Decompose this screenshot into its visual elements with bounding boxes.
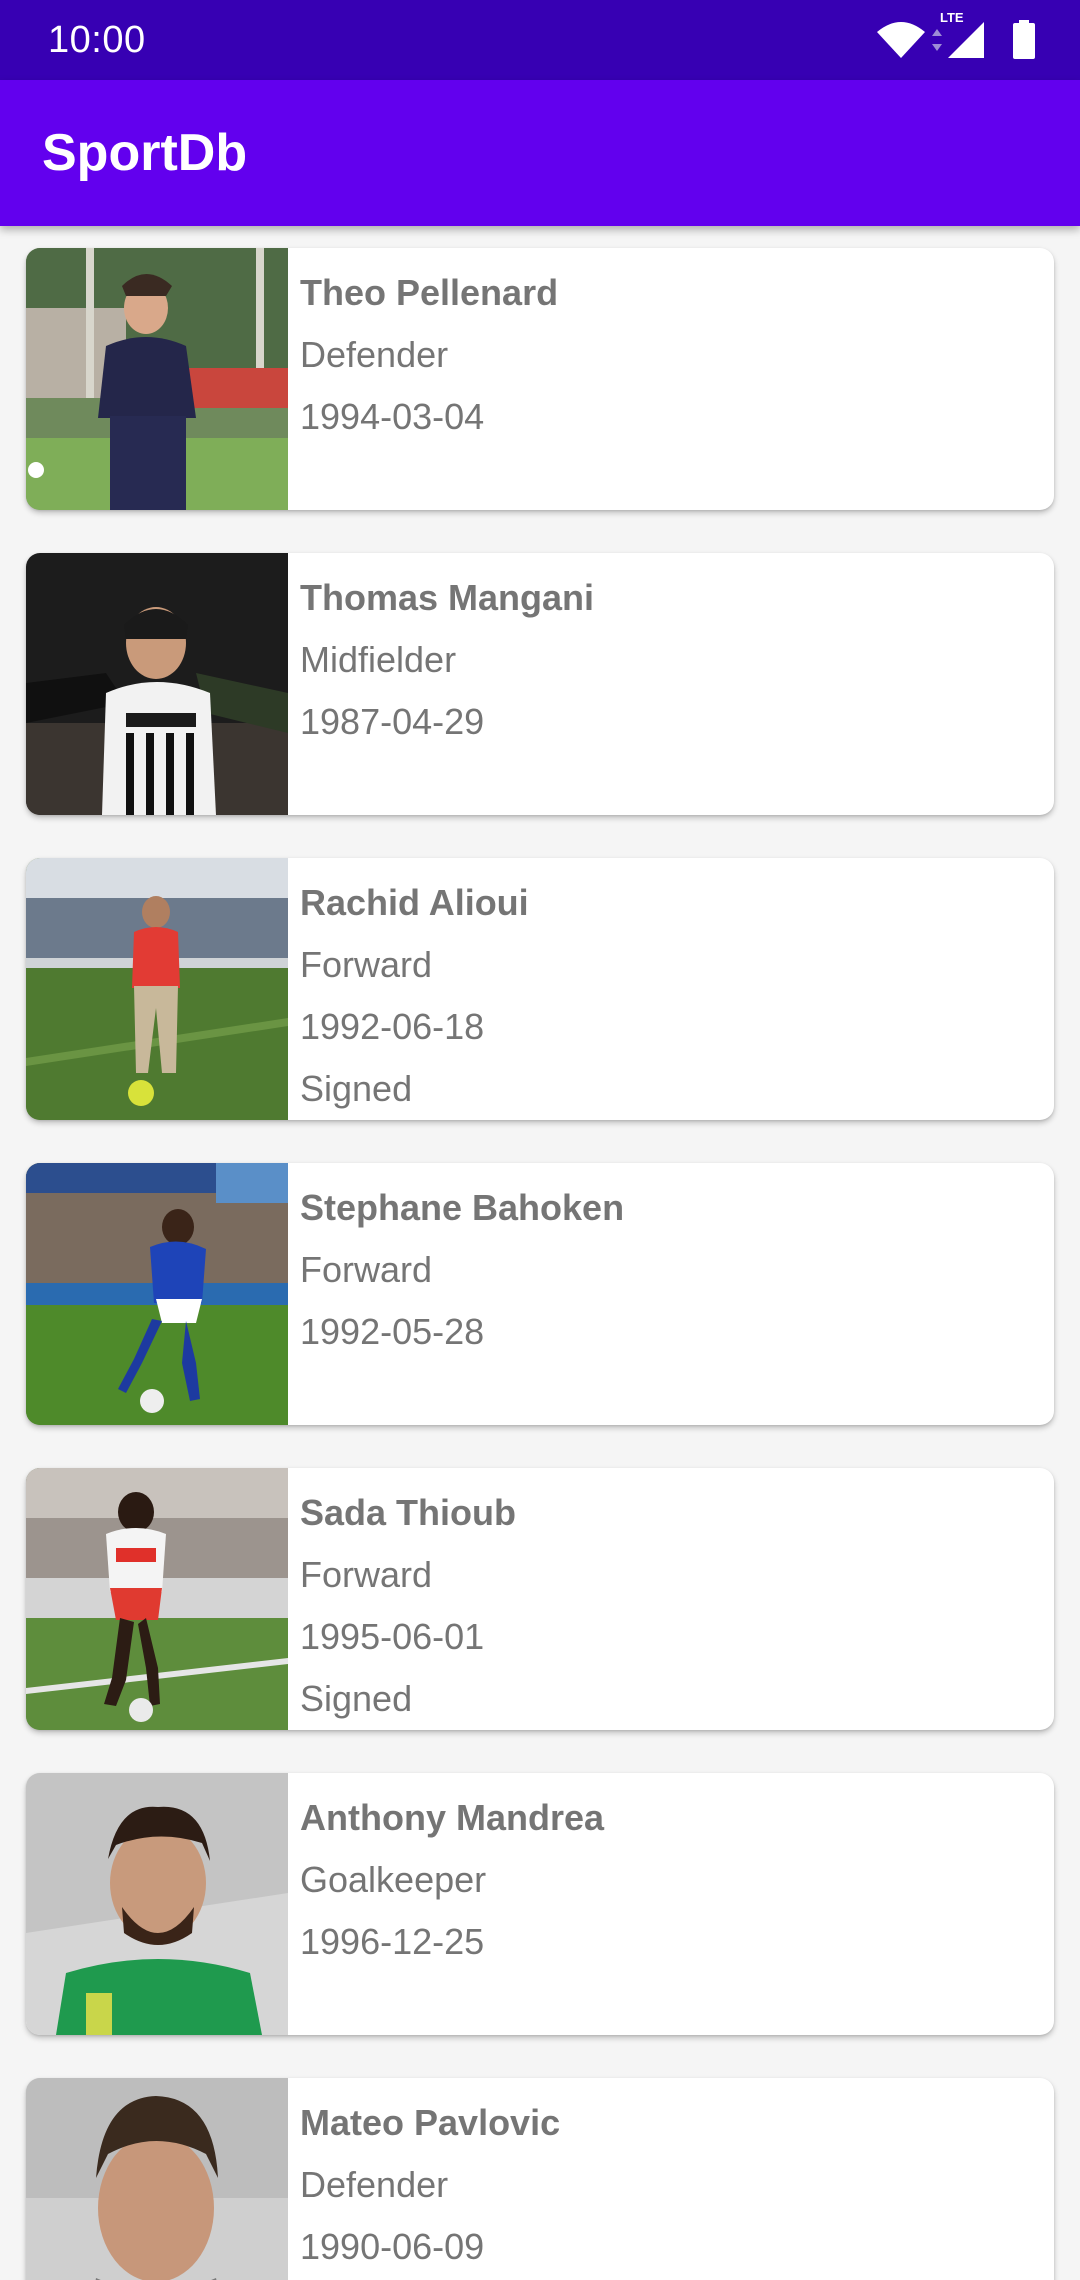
player-birthdate: 1996-12-25 (300, 1921, 485, 1962)
player-card[interactable]: Rachid Alioui Forward 1992-06-18 Signed (26, 858, 1054, 1120)
player-birthdate: 1995-06-01 (300, 1616, 485, 1657)
battery-icon (1012, 20, 1036, 60)
player-info: Sada Thioub Forward 1995-06-01 Signed (300, 1482, 1038, 1730)
player-position: Forward (300, 1554, 433, 1595)
player-position: Forward (300, 1249, 433, 1290)
player-info: Stephane Bahoken Forward 1992-05-28 (300, 1177, 1038, 1363)
player-photo (26, 248, 288, 510)
player-photo (26, 1468, 288, 1730)
player-card[interactable]: Theo Pellenard Defender 1994-03-04 (26, 248, 1054, 510)
player-photo (26, 1773, 288, 2035)
player-name: Stephane Bahoken (300, 1187, 625, 1228)
player-info: Rachid Alioui Forward 1992-06-18 Signed (300, 872, 1038, 1120)
player-info: Anthony Mandrea Goalkeeper 1996-12-25 (300, 1787, 1038, 1973)
player-position: Goalkeeper (300, 1859, 487, 1900)
status-bar: 10:00 LTE (0, 0, 1080, 80)
player-photo (26, 553, 288, 815)
status-icons: LTE (876, 10, 1036, 62)
player-position: Defender (300, 334, 449, 375)
player-name: Mateo Pavlovic (300, 2102, 561, 2143)
player-birthdate: 1992-06-18 (300, 1006, 485, 1047)
player-photo (26, 858, 288, 1120)
player-position: Midfielder (300, 639, 457, 680)
player-name: Sada Thioub (300, 1492, 516, 1533)
player-position: Forward (300, 944, 433, 985)
player-list[interactable]: Theo Pellenard Defender 1994-03-04 Thoma… (0, 226, 1080, 2280)
player-card[interactable]: Thomas Mangani Midfielder 1987-04-29 (26, 553, 1054, 815)
player-card[interactable]: Stephane Bahoken Forward 1992-05-28 (26, 1163, 1054, 1425)
signal-icon: LTE (940, 10, 986, 60)
app-title: SportDb (42, 124, 248, 182)
player-status: Signed (300, 1678, 413, 1719)
data-activity-icon (930, 25, 944, 55)
player-name: Anthony Mandrea (300, 1797, 605, 1838)
player-card[interactable]: Anthony Mandrea Goalkeeper 1996-12-25 (26, 1773, 1054, 2035)
player-card[interactable]: Sada Thioub Forward 1995-06-01 Signed (26, 1468, 1054, 1730)
player-status: Signed (300, 1068, 413, 1109)
player-name: Thomas Mangani (300, 577, 595, 618)
player-name: Theo Pellenard (300, 272, 559, 313)
player-name: Rachid Alioui (300, 882, 529, 923)
player-birthdate: 1987-04-29 (300, 701, 485, 742)
app-bar: SportDb (0, 80, 1080, 226)
lte-label: LTE (940, 10, 964, 25)
player-birthdate: 1990-06-09 (300, 2226, 485, 2267)
player-card[interactable]: Mateo Pavlovic Defender 1990-06-09 (26, 2078, 1054, 2280)
player-birthdate: 1992-05-28 (300, 1311, 485, 1352)
player-photo (26, 1163, 288, 1425)
player-info: Theo Pellenard Defender 1994-03-04 (300, 262, 1038, 448)
wifi-icon (876, 20, 926, 60)
status-time: 10:00 (48, 19, 146, 61)
player-info: Thomas Mangani Midfielder 1987-04-29 (300, 567, 1038, 753)
player-position: Defender (300, 2164, 449, 2205)
player-birthdate: 1994-03-04 (300, 396, 485, 437)
player-photo (26, 2078, 288, 2280)
player-info: Mateo Pavlovic Defender 1990-06-09 (300, 2092, 1038, 2278)
